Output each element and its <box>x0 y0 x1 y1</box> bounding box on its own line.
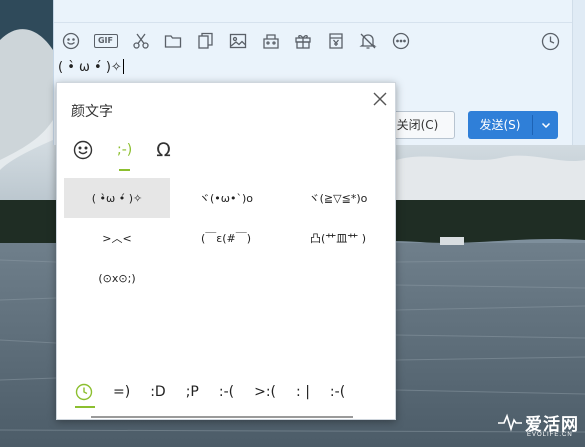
voucher-icon[interactable] <box>325 31 346 52</box>
tab-quick-emoticon[interactable]: >:( <box>254 384 276 400</box>
tab-quick-emoticon[interactable]: : | <box>296 384 310 400</box>
tab-quick-emoticon[interactable]: =) <box>113 384 130 400</box>
files-icon[interactable] <box>195 31 216 52</box>
message-input-text: ( •̀ ω •́ )✧ <box>58 60 122 75</box>
kaomoji-grid: ( •̀ω •́ )✧ ヾ(•ω•`)o ヾ(≧▽≦*)o >︿< (￣ε(#￣… <box>57 178 395 378</box>
tab-quick-emoticon[interactable]: :-( <box>330 384 345 400</box>
kaomoji-item[interactable]: 凸(艹皿艹 ) <box>282 218 394 258</box>
tab-quick-emoticon[interactable]: :-( <box>219 384 234 400</box>
folder-icon[interactable] <box>163 31 184 52</box>
scissors-icon[interactable] <box>130 31 151 52</box>
popup-title: 颜文字 <box>71 104 113 120</box>
smiley-icon <box>73 140 93 160</box>
text-caret <box>122 59 124 74</box>
send-options-chevron-down-icon[interactable] <box>533 111 558 139</box>
tab-kaomoji[interactable]: ;-) <box>117 137 132 171</box>
image-icon[interactable] <box>228 31 249 52</box>
kaomoji-item[interactable]: ヾ(≧▽≦*)o <box>282 178 394 218</box>
bell-off-icon[interactable] <box>358 31 379 52</box>
gif-label: GIF <box>93 34 118 48</box>
tab-quick-emoticon[interactable]: :D <box>150 384 166 400</box>
kaomoji-popup: 颜文字 ;-) Ω ( •̀ω •́ )✧ ヾ(•ω•`)o ヾ(≧▽≦*)o … <box>56 82 396 420</box>
tab-emoji[interactable] <box>73 137 93 163</box>
kaomoji-item[interactable]: (⊙x⊙;) <box>64 258 170 298</box>
kaomoji-item[interactable]: (￣ε(#￣) <box>170 218 282 258</box>
kaomoji-item[interactable]: ( •̀ω •́ )✧ <box>64 178 170 218</box>
history-clock-icon[interactable] <box>541 32 560 51</box>
close-icon[interactable] <box>373 91 389 107</box>
chat-toolbar: GIF <box>60 30 423 52</box>
pulse-icon <box>497 412 523 432</box>
watermark-subtext: EVOLIFE.CN <box>527 432 573 438</box>
recent-tabs-bar: =) :D ;P :-( >:( : | :-( <box>57 375 395 420</box>
tab-recent[interactable] <box>75 383 93 401</box>
tab-symbols[interactable]: Ω <box>156 137 171 163</box>
message-input[interactable]: ( •̀ ω •́ )✧ <box>58 59 124 75</box>
scrollbar[interactable] <box>572 0 585 145</box>
send-button[interactable]: 发送(S) <box>468 111 558 139</box>
emoji-icon[interactable] <box>60 31 81 52</box>
divider <box>54 22 585 23</box>
horizontal-scrollbar[interactable] <box>91 416 353 418</box>
kaomoji-item[interactable]: ヾ(•ω•`)o <box>170 178 282 218</box>
app-icon[interactable] <box>260 31 281 52</box>
category-tabs: ;-) Ω <box>73 137 195 171</box>
gif-icon[interactable]: GIF <box>93 31 119 52</box>
recent-clock-icon <box>75 383 93 401</box>
watermark-logo: 爱活网 EVOLIFE.CN <box>497 408 585 447</box>
send-button-label: 发送(S) <box>479 118 521 132</box>
kaomoji-item[interactable]: >︿< <box>64 218 170 258</box>
more-icon[interactable] <box>390 31 411 52</box>
active-tab-indicator <box>75 406 95 408</box>
gift-icon[interactable] <box>293 31 314 52</box>
tab-quick-emoticon[interactable]: ;P <box>186 384 199 400</box>
